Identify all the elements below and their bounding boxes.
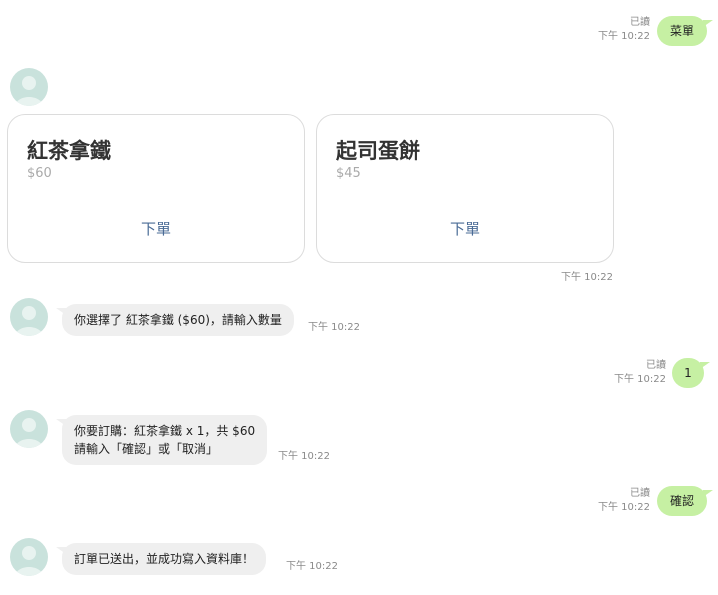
message-time: 下午 10:22 (286, 561, 338, 572)
message-text: 你要訂購：紅茶拿鐵 x 1，共 $60 (74, 424, 256, 438)
chat-area: 已讀 下午 10:22 菜單 紅茶拿鐵 $60 下單 起司蛋餅 $45 下單 下… (0, 0, 718, 595)
bot-message-bubble: 你選擇了 紅茶拿鐵 ($60)，請輸入數量 (56, 304, 294, 336)
message-time: 下午 10:22 (598, 31, 650, 42)
message-text: 菜單 (669, 24, 694, 38)
message-time: 下午 10:22 (308, 322, 360, 333)
product-price: $60 (27, 166, 52, 181)
avatar (10, 538, 48, 576)
message-text: 你選擇了 紅茶拿鐵 ($60)，請輸入數量 (74, 313, 282, 327)
user-message-bubble: 確認 (657, 486, 713, 516)
message-text: 1 (684, 366, 692, 380)
avatar (10, 68, 48, 106)
message-time: 下午 10:22 (614, 374, 666, 385)
product-price: $45 (336, 166, 361, 181)
person-silhouette-icon (15, 418, 43, 448)
product-card: 紅茶拿鐵 $60 下單 (7, 114, 305, 263)
message-text: 訂單已送出，並成功寫入資料庫！ (74, 552, 255, 566)
message-time: 下午 10:22 (278, 451, 330, 462)
message-meta: 已讀 下午 10:22 (614, 359, 666, 387)
person-silhouette-icon (15, 76, 43, 106)
read-receipt: 已讀 (646, 360, 666, 371)
message-meta: 已讀 下午 10:22 (598, 16, 650, 44)
read-receipt: 已讀 (630, 17, 650, 28)
user-message-bubble: 1 (672, 358, 710, 388)
message-time: 下午 10:22 (561, 272, 613, 283)
avatar (10, 410, 48, 448)
order-button[interactable]: 下單 (317, 218, 613, 239)
person-silhouette-icon (15, 546, 43, 576)
bot-message-bubble: 你要訂購：紅茶拿鐵 x 1，共 $60 請輸入「確認」或「取消」 (55, 415, 268, 465)
read-receipt: 已讀 (630, 488, 650, 499)
product-name: 紅茶拿鐵 (27, 139, 111, 163)
user-message-bubble: 菜單 (657, 16, 713, 46)
bot-message-bubble: 訂單已送出，並成功寫入資料庫！ (55, 543, 267, 575)
product-name: 起司蛋餅 (336, 139, 420, 163)
avatar (10, 298, 48, 336)
product-card: 起司蛋餅 $45 下單 (316, 114, 614, 263)
message-meta: 已讀 下午 10:22 (598, 487, 650, 515)
message-text: 確認 (669, 494, 694, 508)
message-text: 請輸入「確認」或「取消」 (74, 442, 219, 456)
order-button[interactable]: 下單 (8, 218, 304, 239)
message-time: 下午 10:22 (598, 502, 650, 513)
person-silhouette-icon (15, 306, 43, 336)
